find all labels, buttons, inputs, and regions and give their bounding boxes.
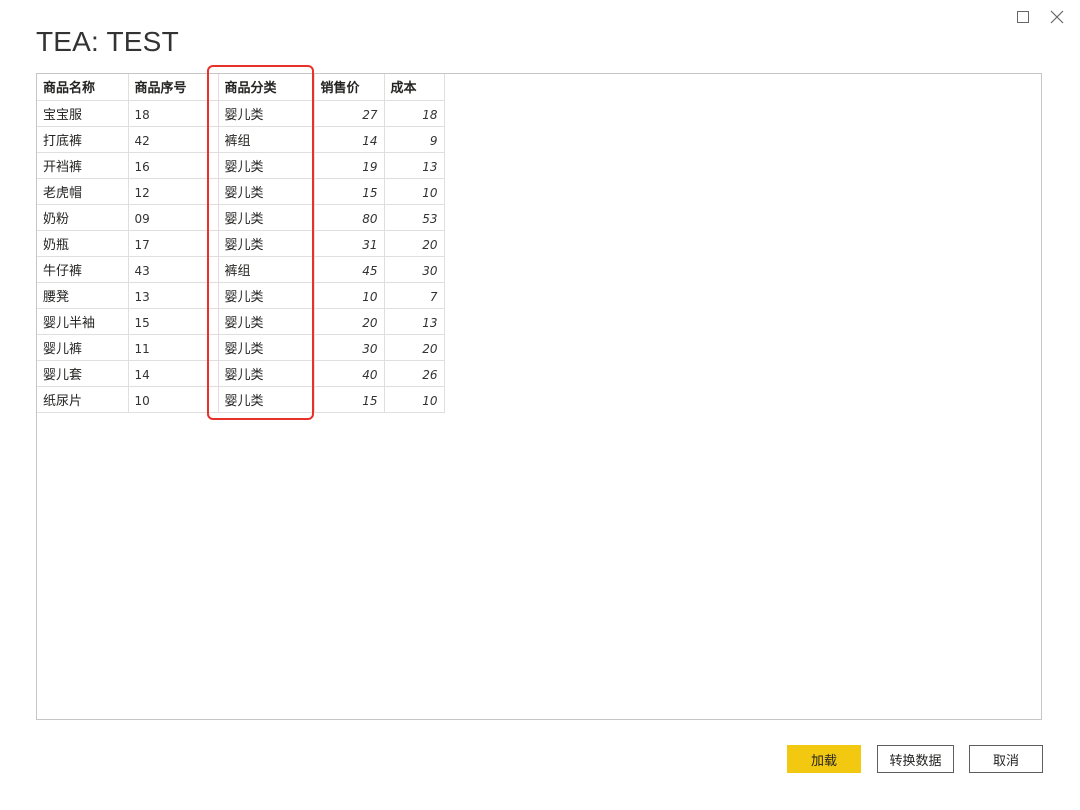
table-row: 婴儿裤 11 婴儿类 30 20 — [37, 334, 445, 361]
product-name-cell: 宝宝服 — [37, 100, 129, 127]
table-row: 奶粉 09 婴儿类 80 53 — [37, 204, 445, 231]
cost-cell: 10 — [384, 178, 445, 205]
product-id-cell: 15 — [128, 308, 219, 335]
close-icon[interactable] — [1046, 6, 1068, 28]
category-cell: 婴儿类 — [218, 230, 315, 257]
product-id-cell: 13 — [128, 282, 219, 309]
product-name-cell: 婴儿裤 — [37, 334, 129, 361]
category-cell: 婴儿类 — [218, 100, 315, 127]
column-header[interactable]: 商品名称 — [37, 74, 129, 101]
price-cell: 15 — [314, 386, 385, 413]
cost-cell: 20 — [384, 334, 445, 361]
category-cell: 婴儿类 — [218, 386, 315, 413]
cost-cell: 26 — [384, 360, 445, 387]
price-cell: 45 — [314, 256, 385, 283]
product-name-cell: 牛仔裤 — [37, 256, 129, 283]
column-header[interactable]: 销售价 — [314, 74, 385, 101]
data-preview-panel: 商品名称 商品序号 商品分类 销售价 成本 宝宝服 18 婴儿类 27 18 打底裤 42 裤… — [36, 73, 1042, 720]
column-header[interactable]: 成本 — [384, 74, 445, 101]
category-cell: 婴儿类 — [218, 204, 315, 231]
price-cell: 40 — [314, 360, 385, 387]
price-cell: 30 — [314, 334, 385, 361]
price-cell: 15 — [314, 178, 385, 205]
dialog-title: TEA: TEST — [36, 26, 179, 57]
product-name-cell: 纸尿片 — [37, 386, 129, 413]
price-cell: 10 — [314, 282, 385, 309]
cost-cell: 13 — [384, 152, 445, 179]
table-row: 宝宝服 18 婴儿类 27 18 — [37, 100, 445, 127]
category-cell: 婴儿类 — [218, 152, 315, 179]
category-cell: 婴儿类 — [218, 308, 315, 335]
table-row: 打底裤 42 裤组 14 9 — [37, 126, 445, 153]
product-id-cell: 10 — [128, 386, 219, 413]
table-row: 开裆裤 16 婴儿类 19 13 — [37, 152, 445, 179]
product-id-cell: 14 — [128, 360, 219, 387]
cost-cell: 13 — [384, 308, 445, 335]
cost-cell: 30 — [384, 256, 445, 283]
cost-cell: 18 — [384, 100, 445, 127]
product-id-cell: 12 — [128, 178, 219, 205]
table-row: 婴儿套 14 婴儿类 40 26 — [37, 360, 445, 387]
product-name-cell: 老虎帽 — [37, 178, 129, 205]
price-cell: 14 — [314, 126, 385, 153]
price-cell: 27 — [314, 100, 385, 127]
product-name-cell: 开裆裤 — [37, 152, 129, 179]
category-cell: 裤组 — [218, 126, 315, 153]
table-row: 老虎帽 12 婴儿类 15 10 — [37, 178, 445, 205]
product-name-cell: 打底裤 — [37, 126, 129, 153]
price-cell: 80 — [314, 204, 385, 231]
load-button[interactable]: 加载 — [787, 745, 861, 773]
product-id-cell: 11 — [128, 334, 219, 361]
table-row: 牛仔裤 43 裤组 45 30 — [37, 256, 445, 283]
table-row: 纸尿片 10 婴儿类 15 10 — [37, 386, 445, 413]
category-cell: 婴儿类 — [218, 282, 315, 309]
product-id-cell: 09 — [128, 204, 219, 231]
product-id-cell: 42 — [128, 126, 219, 153]
product-id-cell: 43 — [128, 256, 219, 283]
cost-cell: 7 — [384, 282, 445, 309]
product-name-cell: 奶粉 — [37, 204, 129, 231]
cost-cell: 10 — [384, 386, 445, 413]
maximize-icon[interactable] — [1012, 6, 1034, 28]
price-cell: 20 — [314, 308, 385, 335]
cancel-button[interactable]: 取消 — [969, 745, 1043, 773]
product-id-cell: 17 — [128, 230, 219, 257]
price-cell: 31 — [314, 230, 385, 257]
price-cell: 19 — [314, 152, 385, 179]
cost-cell: 9 — [384, 126, 445, 153]
data-preview-table: 商品名称 商品序号 商品分类 销售价 成本 宝宝服 18 婴儿类 27 18 打底裤 42 裤… — [37, 74, 445, 413]
product-name-cell: 奶瓶 — [37, 230, 129, 257]
product-name-cell: 腰凳 — [37, 282, 129, 309]
table-header-row: 商品名称 商品序号 商品分类 销售价 成本 — [37, 74, 445, 101]
category-cell: 婴儿类 — [218, 178, 315, 205]
product-id-cell: 16 — [128, 152, 219, 179]
table-row: 婴儿半袖 15 婴儿类 20 13 — [37, 308, 445, 335]
product-name-cell: 婴儿半袖 — [37, 308, 129, 335]
category-cell: 婴儿类 — [218, 334, 315, 361]
column-header[interactable]: 商品序号 — [128, 74, 219, 101]
table-row: 奶瓶 17 婴儿类 31 20 — [37, 230, 445, 257]
product-id-cell: 18 — [128, 100, 219, 127]
category-cell: 婴儿类 — [218, 360, 315, 387]
column-header[interactable]: 商品分类 — [218, 74, 315, 101]
product-name-cell: 婴儿套 — [37, 360, 129, 387]
transform-data-button[interactable]: 转换数据 — [877, 745, 954, 773]
category-cell: 裤组 — [218, 256, 315, 283]
cost-cell: 53 — [384, 204, 445, 231]
cost-cell: 20 — [384, 230, 445, 257]
table-row: 腰凳 13 婴儿类 10 7 — [37, 282, 445, 309]
